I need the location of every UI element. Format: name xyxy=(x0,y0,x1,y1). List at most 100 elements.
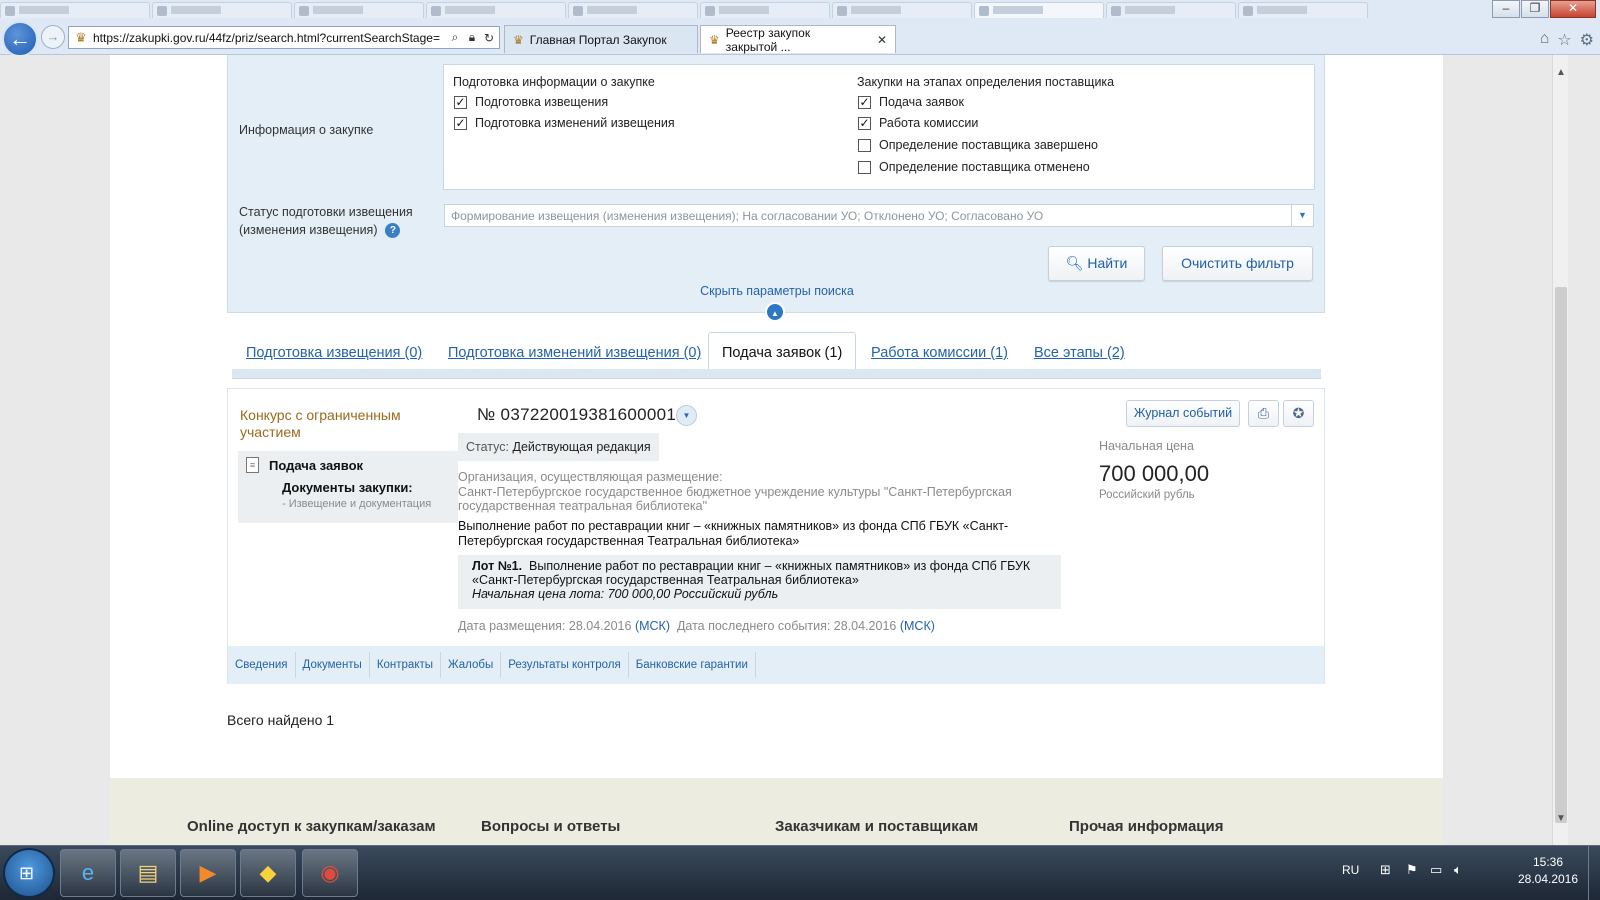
close-window-button[interactable]: ✕ xyxy=(1550,0,1596,18)
show-desktop-button[interactable] xyxy=(1588,846,1600,900)
checkbox[interactable] xyxy=(454,116,467,130)
favorites-star-icon[interactable]: ☆ xyxy=(1557,30,1571,50)
checkbox-commission-work[interactable]: Работа комиссии xyxy=(858,116,978,130)
tab-all-stages[interactable]: Все этапы (2) xyxy=(1034,332,1125,368)
search-icon[interactable]: ⌕ xyxy=(448,30,462,45)
browser-tab-ghost[interactable] xyxy=(294,2,424,18)
minimize-button[interactable]: – xyxy=(1492,0,1520,18)
checkbox-supplier-completed[interactable]: Определение поставщика завершено xyxy=(858,138,1098,152)
events-journal-button[interactable]: Журнал событий xyxy=(1126,400,1240,427)
arrow-right-icon: → xyxy=(46,29,60,44)
help-question-icon[interactable]: ? xyxy=(385,223,401,239)
notice-status-label-line1: Статус подготовки извещения xyxy=(239,205,413,219)
notice-status-select[interactable]: Формирование извещения (изменения извеще… xyxy=(444,204,1314,227)
browser-tab-ghost[interactable] xyxy=(152,2,292,18)
favicon-icon xyxy=(431,6,441,16)
browser-tab-ghost[interactable] xyxy=(0,2,150,18)
procurement-info-box: Подготовка информации о закупке Подготов… xyxy=(443,64,1315,190)
link-contracts[interactable]: Контракты xyxy=(370,652,442,678)
start-button[interactable]: ⊞ xyxy=(3,848,55,898)
clear-filter-button[interactable]: Очистить фильтр xyxy=(1162,246,1313,281)
browser-tab-registry[interactable]: ♛ Реестр закупок закрытой ... ✕ xyxy=(700,25,896,54)
lot-box: Лот №1. Выполнение работ по реставрации … xyxy=(458,555,1061,609)
browser-tab-ghost[interactable] xyxy=(1106,2,1236,18)
link-details[interactable]: Сведения xyxy=(228,652,296,678)
scroll-down-icon[interactable]: ▼ xyxy=(1553,811,1569,827)
clock-time[interactable]: 15:36 xyxy=(1520,855,1576,869)
address-bar[interactable]: ♛ https://zakupki.gov.ru/44fz/priz/searc… xyxy=(68,26,500,49)
checkbox-prep-changes[interactable]: Подготовка изменений извещения xyxy=(454,116,675,130)
refresh-icon[interactable]: ↻ xyxy=(482,31,496,45)
browser-tab-ghost[interactable] xyxy=(832,2,972,18)
footer-customers-suppliers[interactable]: Заказчикам и поставщикам xyxy=(775,818,978,835)
tab-prep-notice[interactable]: Подготовка извещения (0) xyxy=(246,332,422,368)
browser-viewport: Информация о закупке Подготовка информац… xyxy=(0,55,1552,845)
footer-other-info[interactable]: Прочая информация xyxy=(1069,818,1223,835)
vertical-scrollbar[interactable]: ▲ ▼ xyxy=(1552,55,1568,845)
link-documents[interactable]: Документы xyxy=(296,652,370,678)
notice-and-docs-link[interactable]: - Извещение и документация xyxy=(282,498,431,510)
lock-icon[interactable]: 🔒︎ xyxy=(465,30,479,45)
forward-button[interactable]: → xyxy=(41,25,65,49)
browser-tab-ghost[interactable] xyxy=(974,2,1104,18)
checkbox[interactable] xyxy=(858,95,871,109)
collapse-up-icon[interactable]: ▲ xyxy=(765,302,785,322)
status-badge: Статус: Действующая редакция xyxy=(458,433,659,461)
scrollbar-thumb[interactable] xyxy=(1555,287,1567,823)
checkbox[interactable] xyxy=(858,138,871,152)
taskbar-media-player[interactable]: ▶ xyxy=(180,849,236,897)
home-icon[interactable]: ⌂ xyxy=(1540,30,1550,50)
search-icon: 🔍︎ xyxy=(1065,255,1084,271)
volume-icon[interactable]: 🔈︎ xyxy=(1454,862,1462,878)
checkbox[interactable] xyxy=(454,95,467,109)
close-tab-icon[interactable]: ✕ xyxy=(877,33,887,47)
footer-faq[interactable]: Вопросы и ответы xyxy=(481,818,620,835)
checkbox-bid-submission[interactable]: Подача заявок xyxy=(858,95,964,109)
maximize-button[interactable]: ❐ xyxy=(1521,0,1549,18)
link-complaints[interactable]: Жалобы xyxy=(441,652,502,678)
scroll-up-icon[interactable]: ▲ xyxy=(1553,65,1569,81)
checkbox-prep-notice[interactable]: Подготовка извещения xyxy=(454,95,608,109)
procurement-info-label: Информация о закупке xyxy=(239,123,374,137)
checkbox[interactable] xyxy=(858,160,871,174)
settings-gear-icon[interactable]: ⚙ xyxy=(1580,30,1594,50)
chevron-down-icon[interactable]: ▼ xyxy=(676,405,697,426)
tab-commission-work[interactable]: Работа комиссии (1) xyxy=(871,332,1008,368)
search-filter-panel: Информация о закупке Подготовка информац… xyxy=(227,55,1326,322)
print-button[interactable]: ⎙ xyxy=(1248,400,1279,427)
back-button[interactable]: ← xyxy=(2,21,38,57)
checkbox-supplier-cancelled[interactable]: Определение поставщика отменено xyxy=(858,160,1090,174)
footer-online-access[interactable]: Online доступ к закупкам/заказам xyxy=(187,818,436,835)
taskbar-ie[interactable]: e xyxy=(60,849,116,897)
url-text[interactable]: https://zakupki.gov.ru/44fz/priz/search.… xyxy=(93,31,448,45)
taskbar-app[interactable]: ◆ xyxy=(240,849,296,897)
taskbar-explorer[interactable]: ▤ xyxy=(120,849,176,897)
favicon-icon xyxy=(5,6,15,16)
tab-bid-submission[interactable]: Подача заявок (1) xyxy=(708,332,857,370)
browser-tab-label: Главная Портал Закупок xyxy=(529,32,667,47)
chevron-down-icon[interactable]: ▼ xyxy=(1291,205,1313,226)
taskbar-chrome[interactable]: ◉ xyxy=(302,849,358,897)
action-center-flag-icon[interactable]: ⚑ xyxy=(1406,862,1418,878)
find-button[interactable]: 🔍︎ Найти xyxy=(1048,246,1145,281)
hide-search-params-link[interactable]: Скрыть параметры поиска xyxy=(228,284,1326,298)
clock-date[interactable]: 28.04.2016 xyxy=(1516,872,1580,886)
browser-toolbar: ⌂ ☆ ⚙ xyxy=(1540,30,1594,50)
checkbox[interactable] xyxy=(858,116,871,130)
browser-tab-main-portal[interactable]: ♛ Главная Портал Закупок xyxy=(504,25,698,53)
language-indicator[interactable]: RU xyxy=(1342,863,1359,877)
browser-tab-ghost[interactable] xyxy=(1238,2,1368,18)
link-control-results[interactable]: Результаты контроля xyxy=(501,652,629,678)
link-bank-guarantees[interactable]: Банковские гарантии xyxy=(629,652,756,678)
network-icon[interactable]: ▭ xyxy=(1430,862,1442,878)
tab-prep-changes[interactable]: Подготовка изменений извещения (0) xyxy=(448,332,701,368)
windows-flag-icon[interactable]: ⊞ xyxy=(1380,862,1391,878)
procurement-number[interactable]: № 0372200193816000010 xyxy=(477,405,686,425)
certificate-button[interactable]: ✪ xyxy=(1283,400,1314,427)
footer: Online доступ к закупкам/заказам Вопросы… xyxy=(110,778,1443,845)
browser-tab-ghost[interactable] xyxy=(568,2,698,18)
result-tabs: Подготовка извещения (0) Подготовка изме… xyxy=(227,332,1325,380)
browser-tab-ghost[interactable] xyxy=(700,2,830,18)
date-placed: Дата размещения: 28.04.2016 xyxy=(458,619,632,633)
browser-tab-ghost[interactable] xyxy=(426,2,566,18)
